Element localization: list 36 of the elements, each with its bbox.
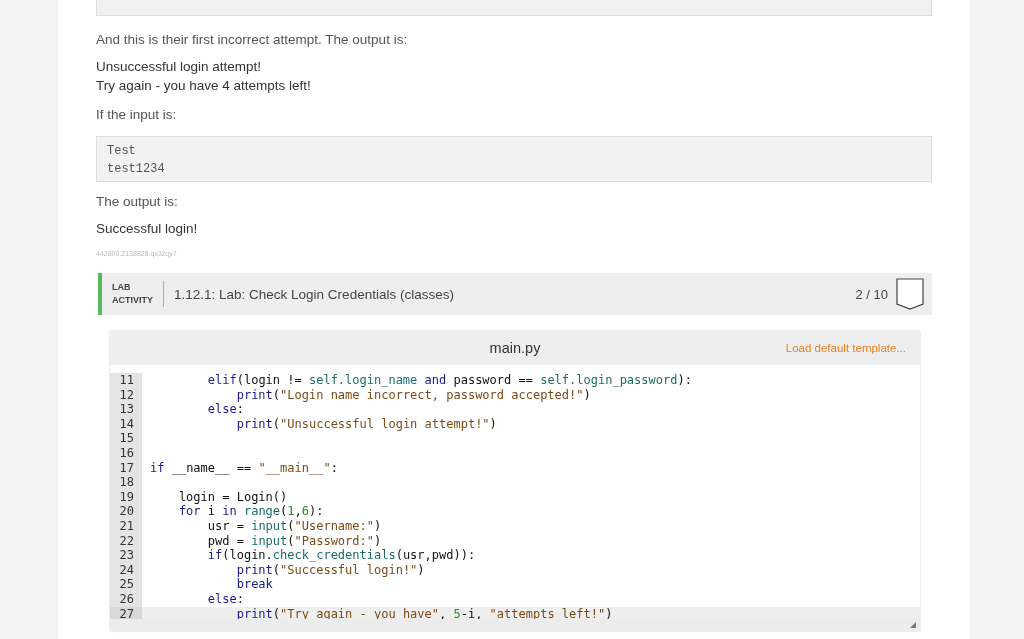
code-line: for i in range(1,6): bbox=[177, 504, 324, 519]
description-text: And this is their first incorrect attempt. The output is: bbox=[96, 31, 409, 47]
badge-icon bbox=[896, 278, 924, 310]
line-number: 20 bbox=[110, 504, 142, 519]
line-number: 18 bbox=[110, 475, 142, 490]
input-line: Test bbox=[107, 143, 137, 160]
code-line: login = Login() bbox=[177, 489, 288, 505]
code-line: if __name__ == "__main__": bbox=[149, 460, 338, 476]
code-line: print("Unsuccessful login attempt!") bbox=[235, 416, 497, 432]
code-line: pwd = input("Password:") bbox=[206, 533, 382, 549]
resize-handle-icon[interactable] bbox=[910, 622, 916, 628]
line-number: 11 bbox=[110, 373, 142, 388]
description-text: If the input is: bbox=[96, 106, 178, 122]
code-line: usr = input("Username:") bbox=[206, 518, 382, 534]
file-name: main.py bbox=[489, 340, 541, 356]
line-number: 13 bbox=[110, 402, 142, 417]
input-line: test1234 bbox=[107, 161, 166, 178]
description-text: The output is: bbox=[96, 193, 179, 209]
lab-label: ACTIVITY bbox=[112, 294, 153, 307]
load-template-link[interactable]: Load default template... bbox=[785, 342, 906, 354]
code-line: else: bbox=[206, 591, 244, 607]
score-text: 2 / 10 bbox=[855, 286, 888, 302]
code-line: else: bbox=[206, 402, 244, 417]
output-text: Try again - you have 4 attempts left! bbox=[96, 77, 312, 95]
code-line: if(login.check_credentials(usr,pwd)): bbox=[206, 548, 476, 563]
output-text: Unsuccessful login attempt! bbox=[96, 58, 263, 76]
output-text: Successful login! bbox=[96, 220, 199, 238]
code-line: print("Successful login!") bbox=[235, 562, 425, 578]
line-number: 23 bbox=[110, 548, 142, 563]
code-line: print("Login name incorrect, password accepted!") bbox=[236, 387, 591, 403]
lab-title: 1.12.1: Lab: Check Login Credentials (classes) bbox=[173, 286, 455, 302]
lab-label: LAB bbox=[112, 281, 132, 294]
code-line: break bbox=[236, 577, 273, 592]
line-number: 15 bbox=[110, 431, 142, 446]
line-number: 25 bbox=[110, 577, 142, 592]
code-line: elif(login != self.login_name and password == self.login_password): bbox=[206, 373, 692, 388]
